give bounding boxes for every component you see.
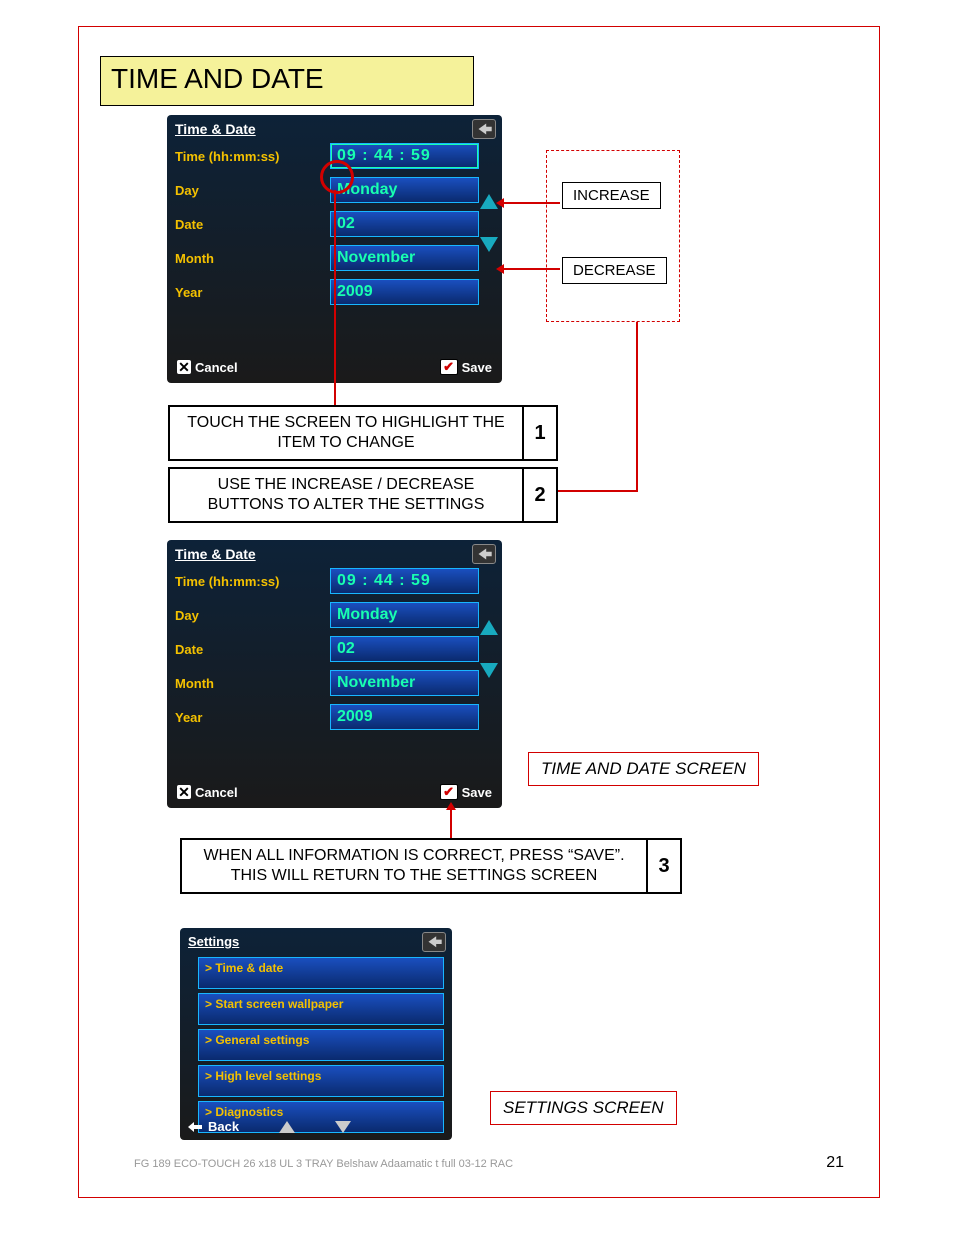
callout-group: [546, 150, 680, 322]
time-date-screen-label: TIME AND DATE SCREEN: [528, 752, 759, 786]
save-button-2[interactable]: ✔Save: [440, 784, 492, 800]
day-label: Day: [167, 183, 330, 198]
day-value-2[interactable]: Monday: [330, 602, 479, 628]
year-value[interactable]: 2009: [330, 279, 479, 305]
increase-arrow-icon-2[interactable]: [480, 620, 498, 635]
time-date-panel-2: Time & Date Time (hh:mm:ss)09 : 44 : 59 …: [167, 540, 502, 808]
arrow-to-decrease: [504, 268, 560, 270]
panel-title: Time & Date: [167, 115, 502, 139]
arrow-to-increase: [504, 202, 560, 204]
month-value[interactable]: November: [330, 245, 479, 271]
arrow-to-step1: [334, 190, 336, 406]
settings-item-general[interactable]: > General settings: [198, 1029, 444, 1061]
return-icon-3[interactable]: [422, 932, 446, 952]
time-value[interactable]: 09 : 44 : 59: [330, 143, 479, 169]
check-icon: ✔: [440, 359, 458, 375]
month-label: Month: [167, 251, 330, 266]
step-1-number: 1: [522, 405, 558, 461]
callout-connector-v: [636, 322, 638, 492]
save-button[interactable]: ✔Save: [440, 359, 492, 375]
return-icon[interactable]: [472, 119, 496, 139]
cancel-button-2[interactable]: ✕Cancel: [177, 784, 238, 800]
back-button[interactable]: Back: [188, 1119, 239, 1134]
increase-callout: INCREASE: [562, 182, 661, 209]
year-label: Year: [167, 285, 330, 300]
date-value[interactable]: 02: [330, 211, 479, 237]
step-2-number: 2: [522, 467, 558, 523]
panel-title-2: Time & Date: [167, 540, 502, 564]
chevron-up-icon[interactable]: [279, 1121, 295, 1133]
section-title: TIME AND DATE: [100, 56, 474, 106]
highlight-circle: [320, 160, 354, 194]
step-3-number: 3: [646, 838, 682, 894]
year-value-2[interactable]: 2009: [330, 704, 479, 730]
step-1: TOUCH THE SCREEN TO HIGHLIGHT THE ITEM T…: [168, 405, 558, 461]
decrease-arrow-icon[interactable]: [480, 237, 498, 252]
chevron-down-icon[interactable]: [335, 1121, 351, 1133]
decrease-arrow-icon-2[interactable]: [480, 663, 498, 678]
month-value-2[interactable]: November: [330, 670, 479, 696]
date-label: Date: [167, 217, 330, 232]
page-number: 21: [826, 1154, 844, 1172]
footer-text: FG 189 ECO-TOUCH 26 x18 UL 3 TRAY Belsha…: [134, 1158, 513, 1170]
settings-title: Settings: [180, 928, 452, 953]
inc-dec-arrows-2: [480, 620, 500, 678]
step-3: WHEN ALL INFORMATION IS CORRECT, PRESS “…: [180, 838, 682, 894]
settings-screen-label: SETTINGS SCREEN: [490, 1091, 677, 1125]
x-icon: ✕: [177, 360, 191, 374]
date-value-2[interactable]: 02: [330, 636, 479, 662]
cancel-button[interactable]: ✕Cancel: [177, 359, 238, 375]
step-2: USE THE INCREASE / DECREASE BUTTONS TO A…: [168, 467, 558, 523]
settings-panel: Settings > Time & date > Start screen wa…: [180, 928, 452, 1140]
time-label: Time (hh:mm:ss): [167, 149, 330, 164]
check-icon: ✔: [440, 784, 458, 800]
settings-item-high-level[interactable]: > High level settings: [198, 1065, 444, 1097]
arrow-to-save: [450, 810, 452, 838]
return-icon-2[interactable]: [472, 544, 496, 564]
time-value-2[interactable]: 09 : 44 : 59: [330, 568, 479, 594]
settings-item-time-date[interactable]: > Time & date: [198, 957, 444, 989]
x-icon: ✕: [177, 785, 191, 799]
decrease-callout: DECREASE: [562, 257, 667, 284]
settings-item-wallpaper[interactable]: > Start screen wallpaper: [198, 993, 444, 1025]
